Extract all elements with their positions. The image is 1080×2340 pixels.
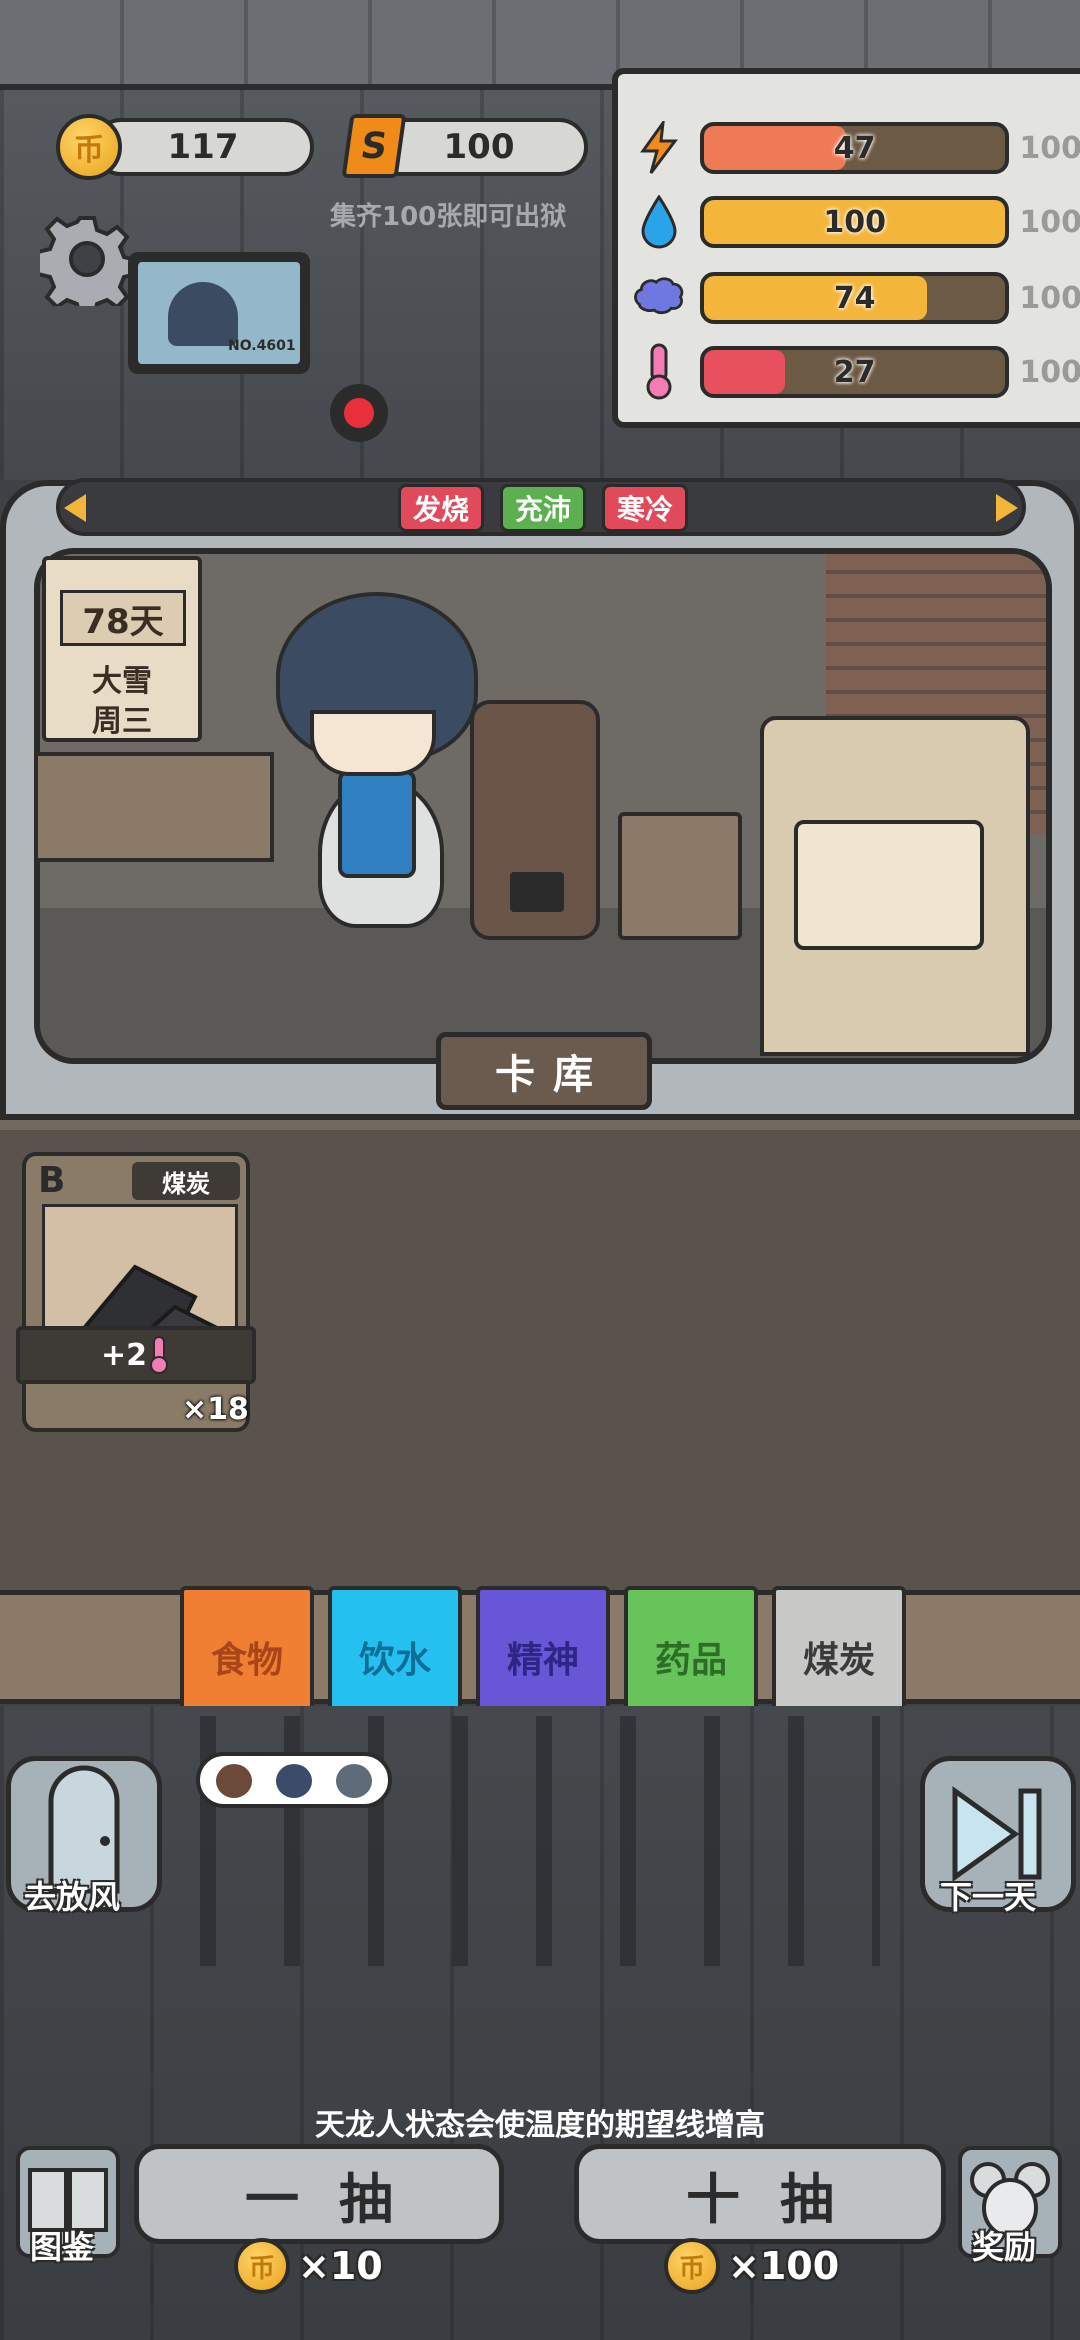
coin-icon: 币 bbox=[664, 2238, 720, 2294]
s-coin-icon: S bbox=[341, 114, 407, 178]
inmates-thought-bubble bbox=[196, 1752, 392, 1808]
inmate-avatar bbox=[216, 1764, 252, 1798]
card-rank: B bbox=[38, 1160, 66, 1201]
prisoner-face bbox=[310, 710, 436, 776]
stat-energy: 47 100 bbox=[632, 118, 1080, 178]
tip-text: 天龙人状态会使温度的期望线增高 bbox=[315, 2108, 765, 2143]
stat-spirit: 74 100 bbox=[632, 268, 1080, 328]
monitor-id-label: NO.4601 bbox=[228, 338, 296, 354]
energy-max: 100 bbox=[1019, 130, 1080, 166]
card-name: 煤炭 bbox=[132, 1162, 240, 1200]
thermometer-icon bbox=[150, 1336, 168, 1374]
wooden-desk bbox=[34, 752, 274, 862]
ten-draw-cost: 币 ×100 bbox=[664, 2238, 839, 2294]
ten-draw-cost-value: ×100 bbox=[728, 2244, 840, 2288]
water-drop-icon bbox=[632, 195, 686, 249]
stat-water: 100 100 bbox=[632, 192, 1080, 252]
ten-draw-button[interactable]: 十抽 bbox=[574, 2144, 946, 2244]
status-tag-cold: 寒冷 bbox=[602, 484, 689, 532]
spirit-value: 74 bbox=[833, 280, 876, 316]
card-effect: +2 bbox=[16, 1326, 256, 1384]
single-draw-cost: 币 ×10 bbox=[234, 2238, 383, 2294]
lightning-icon bbox=[632, 121, 686, 175]
energy-bar: 47 bbox=[699, 122, 1010, 174]
temperature-bar: 27 bbox=[699, 346, 1010, 398]
coin-icon: 币 bbox=[56, 114, 122, 180]
brain-icon bbox=[632, 271, 686, 325]
security-camera bbox=[330, 384, 388, 442]
calendar-poster: 78天 大雪 周三 bbox=[42, 556, 202, 742]
card-count: ×18 bbox=[182, 1392, 249, 1427]
tag-right-arrow-icon[interactable] bbox=[996, 494, 1018, 522]
character-monitor: NO.4601 bbox=[128, 252, 310, 374]
water-max: 100 bbox=[1019, 204, 1080, 240]
inmate-avatar bbox=[336, 1764, 372, 1798]
next-day-label: 下一天 bbox=[940, 1878, 1037, 1916]
coin-icon: 币 bbox=[234, 2238, 290, 2294]
status-tag-fever: 发烧 bbox=[398, 484, 485, 532]
calendar-weekday: 周三 bbox=[92, 704, 152, 739]
spirit-bar: 74 bbox=[700, 272, 1010, 324]
collect-hint-text: 集齐100张即可出狱 bbox=[330, 202, 567, 232]
calendar-weather: 大雪 bbox=[92, 664, 152, 699]
water-value: 100 bbox=[823, 204, 886, 240]
go-out-label: 去放风 bbox=[24, 1878, 121, 1916]
coin-balance-value: 117 bbox=[167, 127, 239, 167]
coal-card[interactable]: B 煤炭 bbox=[22, 1152, 250, 1432]
s-coin-balance-value: 100 bbox=[443, 127, 515, 167]
codex-label: 图鉴 bbox=[30, 2228, 95, 2266]
wooden-stool bbox=[618, 812, 742, 940]
temperature-max: 100 bbox=[1019, 354, 1080, 390]
spirit-max: 100 bbox=[1019, 280, 1080, 316]
stove-fire bbox=[510, 872, 564, 912]
single-draw-cost-value: ×10 bbox=[298, 2244, 383, 2288]
coin-balance: 117 bbox=[92, 118, 314, 176]
inmate-avatar bbox=[276, 1764, 312, 1798]
prisoner-body bbox=[338, 770, 416, 878]
monitor-portrait bbox=[168, 282, 238, 346]
status-tag-energetic: 充沛 bbox=[500, 484, 587, 532]
settings-gear-icon[interactable] bbox=[36, 212, 138, 318]
temperature-value: 27 bbox=[833, 354, 876, 390]
pillow bbox=[794, 820, 984, 950]
camera-red-light bbox=[344, 398, 374, 428]
card-effect-value: +2 bbox=[100, 1337, 147, 1373]
reward-label: 奖励 bbox=[972, 2228, 1037, 2266]
stat-temperature: 27 100 bbox=[632, 342, 1080, 402]
single-draw-button[interactable]: 一抽 bbox=[134, 2144, 504, 2244]
card-library-button[interactable]: 卡库 bbox=[436, 1032, 652, 1110]
water-bar: 100 bbox=[699, 196, 1010, 248]
tag-left-arrow-icon[interactable] bbox=[64, 494, 86, 522]
calendar-day: 78天 bbox=[60, 590, 186, 646]
thermometer-icon bbox=[632, 343, 686, 400]
bed bbox=[760, 716, 1030, 1056]
energy-value: 47 bbox=[833, 130, 876, 166]
